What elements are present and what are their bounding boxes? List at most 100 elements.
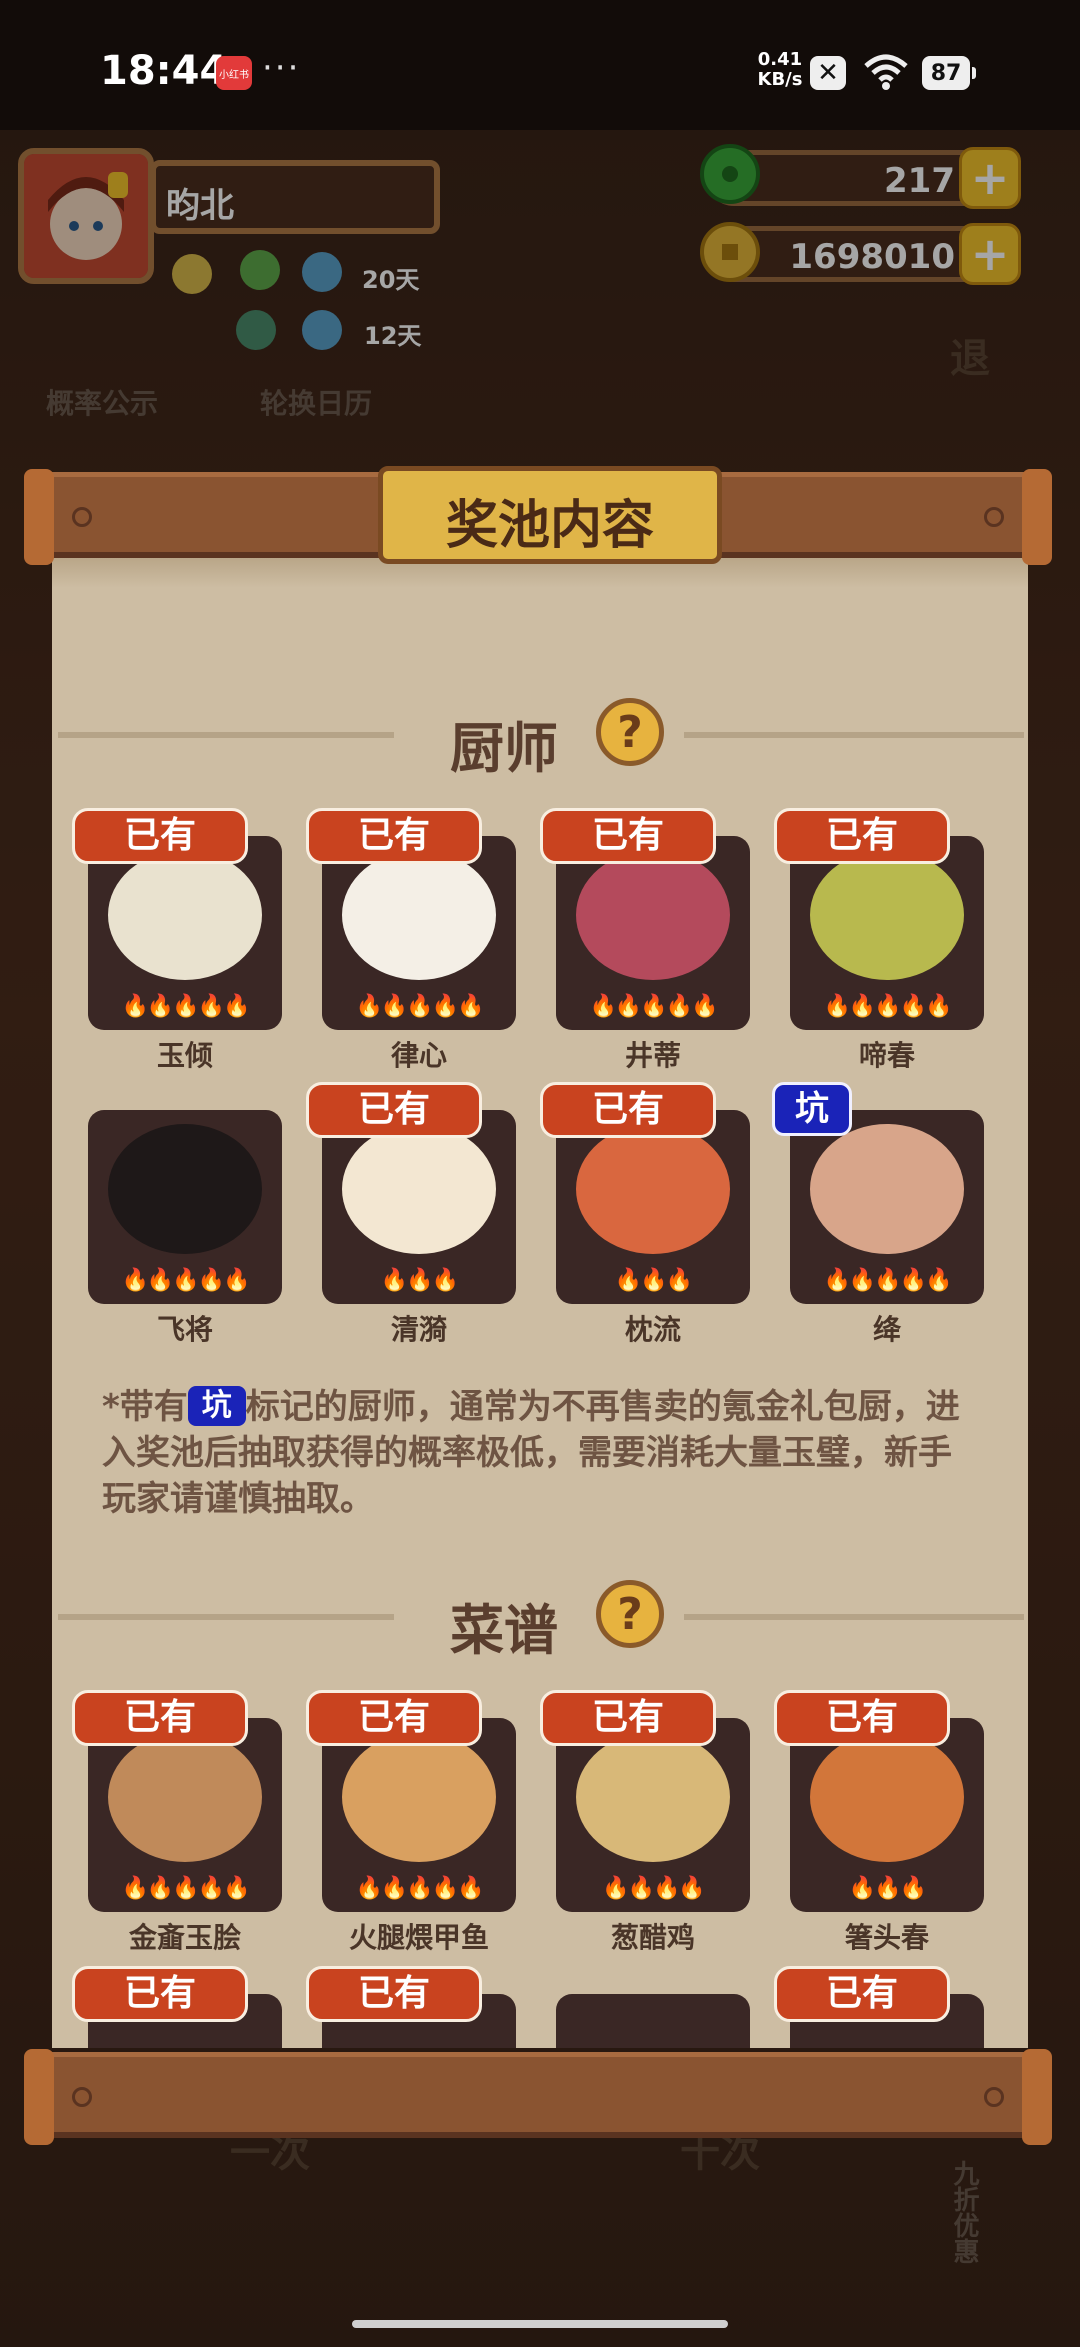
rarity-flames-icon: 🔥🔥🔥🔥🔥 [121,994,251,1019]
rarity-flames-icon: 🔥🔥🔥🔥🔥 [121,1876,251,1901]
chef-name: 清漪 [390,1313,447,1346]
recipe-portrait-icon [108,1732,262,1862]
chef-portrait-icon [810,850,964,980]
chef-portrait-icon [810,1124,964,1254]
recipe-portrait-icon [576,1732,730,1862]
recipe-card[interactable]: 🔥🔥🔥🔥 已有葱醋鸡 [540,1690,750,1954]
rivet [72,2087,92,2107]
chef-name: 井蒂 [624,1039,681,1072]
chef-section-title: 厨师 [450,717,558,780]
chef-name: 绛 [872,1313,901,1346]
chef-name: 律心 [390,1039,447,1072]
chef-name: 飞将 [156,1313,213,1346]
close-box-icon: ✕ [810,56,846,90]
rarity-flames-icon: 🔥🔥🔥🔥🔥 [355,994,485,1019]
recipe-name: 金齑玉脍 [128,1921,241,1954]
recipe-section-title: 菜谱 [450,1599,558,1662]
chef-name: 啼春 [858,1039,915,1072]
home-indicator[interactable] [352,2320,728,2328]
clock: 18:44 [100,48,228,94]
chef-portrait-icon [108,1124,262,1254]
recipe-card[interactable]: 已有 [774,1966,984,2048]
pit-tag-inline: 坑 [187,1386,246,1426]
owned-tag: 已有 [306,1082,482,1138]
recipe-portrait-icon [342,1732,496,1862]
chef-card[interactable]: 🔥🔥🔥 已有清漪 [306,1082,516,1346]
pit-note: *带有坑标记的厨师，通常为不再售卖的氪金礼包厨，进入奖池后抽取获得的概率极低，需… [102,1384,982,1522]
recipe-name: 箸头春 [844,1921,929,1954]
owned-tag: 已有 [72,1966,248,2022]
chef-card[interactable]: 🔥🔥🔥🔥🔥 已有律心 [306,808,516,1072]
chef-portrait-icon [576,850,730,980]
rarity-flames-icon: 🔥🔥🔥 [848,1876,927,1901]
recipe-help-icon[interactable]: ? [596,1580,664,1648]
rivet [984,2087,1004,2107]
chef-name: 玉倾 [156,1039,213,1072]
owned-tag: 已有 [540,1690,716,1746]
chef-card[interactable]: 🔥🔥🔥 已有枕流 [540,1082,750,1346]
divider [58,732,394,738]
rarity-flames-icon: 🔥🔥🔥🔥🔥 [823,994,953,1019]
owned-tag: 已有 [306,1690,482,1746]
rivet [984,507,1004,527]
status-bar: 18:44 小红书 ··· 0.41 KB/s ✕ 87 [0,0,1080,130]
chef-help-icon[interactable]: ? [596,698,664,766]
recipe-name: 葱醋鸡 [610,1921,695,1954]
panel-title: 奖池内容 [445,496,654,556]
prize-pool-panel: 厨师 ? 🔥🔥🔥🔥🔥 已有 玉倾 🔥🔥🔥🔥🔥 已有 律心 🔥🔥🔥🔥🔥 已有 井蒂 🔥🔥🔥🔥🔥 已有啼… [52,558,1028,2048]
net-speed-unit: KB/s [757,69,803,90]
owned-tag: 已有 [540,808,716,864]
owned-tag: 已有 [774,1966,950,2022]
recipe-card[interactable]: 🔥🔥🔥🔥🔥 已有火腿煨甲鱼 [306,1690,516,1954]
scroll-bottom-bar [24,2049,1052,2145]
recipe-portrait-icon [810,1732,964,1862]
chef-name: 枕流 [624,1313,681,1346]
recipe-section-header: 菜谱 ? [52,1580,1028,1662]
rarity-flames-icon: 🔥🔥🔥🔥🔥 [355,1876,485,1901]
panel-title-plate: 奖池内容 [378,466,722,564]
recipe-card[interactable]: 🔥🔥🔥 已有箸头春 [774,1690,984,1954]
divider [58,1614,394,1620]
note-prefix: *带有 [102,1387,188,1427]
chef-card[interactable]: 🔥🔥🔥🔥🔥 已有玉倾 [72,808,282,1072]
owned-tag: 已有 [540,1082,716,1138]
rarity-flames-icon: 🔥🔥🔥🔥🔥 [121,1268,251,1293]
wifi-icon [864,54,908,90]
recipe-name: 火腿煨甲鱼 [348,1921,489,1954]
rarity-flames-icon: 🔥🔥🔥🔥🔥 [823,1268,953,1293]
chef-portrait-icon [342,850,496,980]
owned-tag: 已有 [774,808,950,864]
bar-endcap [24,2049,54,2145]
battery-icon: 87 [922,56,976,90]
owned-tag: 已有 [774,1690,950,1746]
owned-tag: 已有 [306,808,482,864]
chef-portrait-icon [576,1124,730,1254]
owned-tag: 已有 [72,808,248,864]
owned-tag: 已有 [72,1690,248,1746]
rivet [72,507,92,527]
chef-portrait-icon [342,1124,496,1254]
rarity-flames-icon: 🔥🔥🔥🔥🔥 [589,994,719,1019]
chef-card[interactable]: 🔥🔥🔥🔥🔥 已有啼春 [774,808,984,1072]
bar-endcap [1022,2049,1052,2145]
owned-tag: 已有 [306,1966,482,2022]
recipe-card[interactable]: 已有 [72,1966,282,2048]
chef-section-header: 厨师 ? [52,698,1028,780]
chef-card[interactable]: 🔥🔥🔥🔥🔥 已有井蒂 [540,808,750,1072]
bar-endcap [24,469,54,565]
recipe-card[interactable]: 已有 [306,1966,516,2048]
chef-card[interactable]: 🔥🔥🔥🔥🔥 飞将 [88,1110,282,1346]
pit-tag: 坑 [772,1082,852,1136]
chef-portrait-icon [108,850,262,980]
divider [684,1614,1024,1620]
rarity-flames-icon: 🔥🔥🔥 [614,1268,693,1293]
recipe-card[interactable]: 🔥🔥🔥🔥🔥 已有金齑玉脍 [72,1690,282,1954]
chef-card[interactable]: 🔥🔥🔥🔥🔥 坑绛 [772,1082,984,1346]
net-speed-value: 0.41 [757,49,803,70]
more-notifications-icon: ··· [262,48,301,88]
divider [684,732,1024,738]
recipe-card[interactable] [556,1994,750,2048]
rarity-flames-icon: 🔥🔥🔥🔥 [602,1876,706,1901]
xiaohongshu-icon: 小红书 [216,56,252,90]
rarity-flames-icon: 🔥🔥🔥 [380,1268,459,1293]
